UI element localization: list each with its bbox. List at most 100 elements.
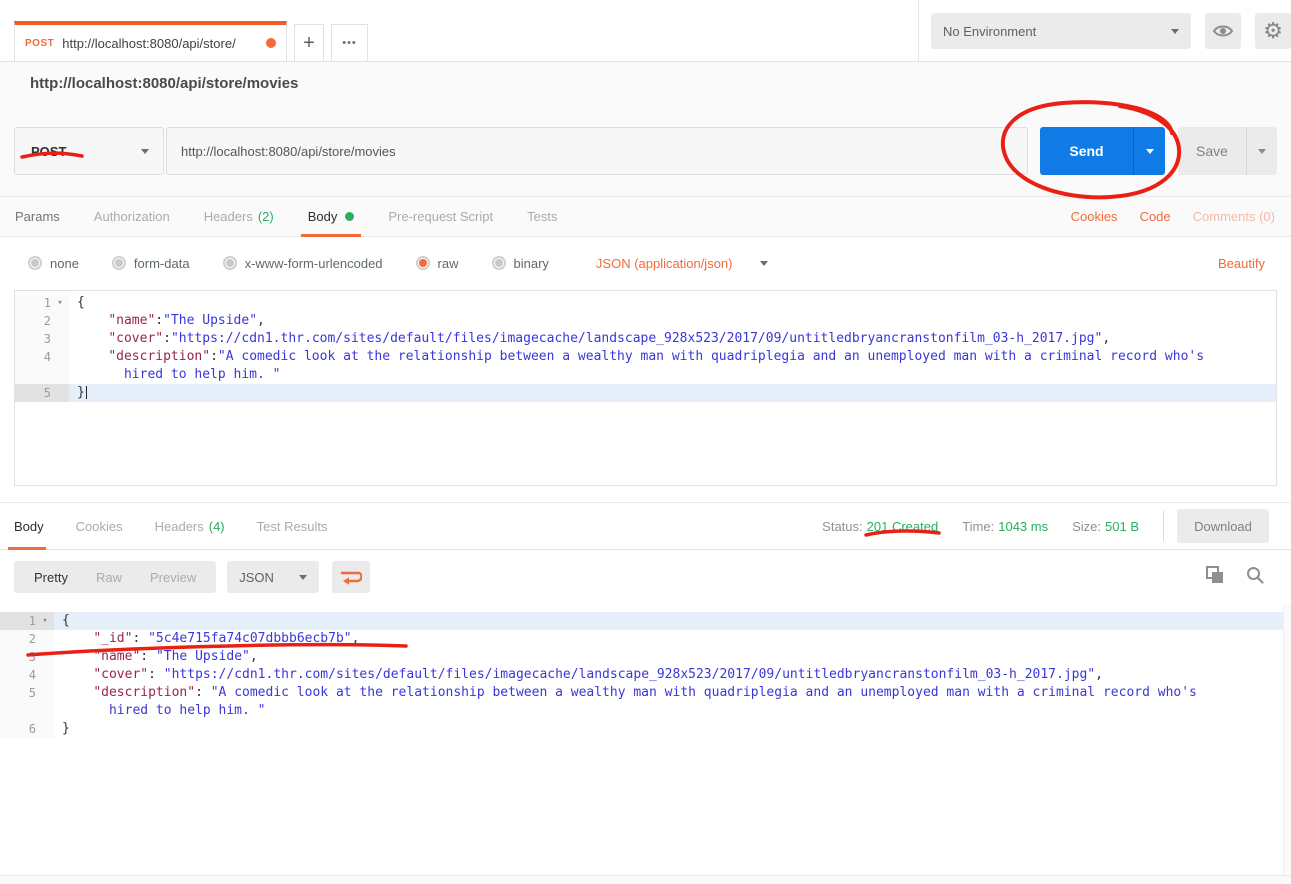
meta-label: Time: <box>962 519 994 534</box>
code-line[interactable]: 4 "description":"A comedic look at the r… <box>15 348 1276 366</box>
code-line[interactable]: 1▾{ <box>15 294 1276 312</box>
response-body-editor[interactable]: 1▾{2 "_id": "5c4e715fa74c07dbbb6ecb7b",3… <box>0 604 1291 875</box>
request-tab-strip: POST http://localhost:8080/api/store/ + … <box>14 21 368 61</box>
environment-select[interactable]: No Environment <box>931 13 1191 49</box>
token <box>62 631 93 646</box>
token: , <box>250 649 258 664</box>
download-button[interactable]: Download <box>1177 509 1269 543</box>
copy-button[interactable] <box>1205 565 1225 590</box>
vertical-scrollbar[interactable] <box>1283 604 1291 875</box>
request-tab[interactable]: POST http://localhost:8080/api/store/ <box>14 21 287 61</box>
url-input[interactable]: http://localhost:8080/api/store/movies <box>166 127 1028 175</box>
response-toolbar-right <box>1185 565 1291 590</box>
fold-arrow-icon <box>51 348 69 366</box>
body-type-form-data[interactable]: form-data <box>112 256 190 271</box>
fold-arrow-icon <box>51 384 69 402</box>
view-pretty[interactable]: Pretty <box>20 570 82 585</box>
response-tab-body[interactable]: Body <box>0 502 60 550</box>
token <box>77 349 108 364</box>
chevron-down-icon <box>141 149 149 154</box>
code-line[interactable]: 1▾{ <box>0 612 1291 630</box>
fold-arrow-icon <box>36 684 54 702</box>
token: , <box>1102 331 1110 346</box>
token: , <box>352 631 360 646</box>
comments-link[interactable]: Comments (0) <box>1193 209 1275 224</box>
token: hired to help him. " <box>62 703 266 718</box>
response-tab-test-results[interactable]: Test Results <box>241 502 344 550</box>
tab-authorization[interactable]: Authorization <box>77 197 187 237</box>
tab-label: Test Results <box>257 519 328 534</box>
response-tab-headers[interactable]: Headers(4) <box>139 502 241 550</box>
body-type-none[interactable]: none <box>28 256 79 271</box>
token <box>62 649 93 664</box>
code-line[interactable]: 5} <box>15 384 1276 402</box>
request-body-editor[interactable]: 1▾{2 "name":"The Upside",3 "cover":"http… <box>14 290 1277 486</box>
save-button[interactable]: Save <box>1178 127 1277 175</box>
line-number: 2 <box>0 630 36 648</box>
response-tab-cookies[interactable]: Cookies <box>60 502 139 550</box>
send-options-button[interactable] <box>1133 127 1165 175</box>
environment-quick-look-button[interactable] <box>1205 13 1241 49</box>
cookies-link[interactable]: Cookies <box>1071 209 1118 224</box>
plus-icon: + <box>303 32 315 55</box>
token: "A comedic look at the relationship betw… <box>211 685 1197 700</box>
radio-label: x-www-form-urlencoded <box>245 256 383 271</box>
code-text: hired to help him. " <box>69 366 1276 384</box>
tab-tests[interactable]: Tests <box>510 197 574 237</box>
response-size: Size:501 B <box>1072 519 1139 534</box>
copy-icon <box>1205 565 1225 585</box>
tab-params[interactable]: Params <box>0 197 77 237</box>
tab-headers[interactable]: Headers(2) <box>187 197 291 237</box>
code-text: hired to help him. " <box>54 702 1291 720</box>
code-line[interactable]: 3 "cover":"https://cdn1.thr.com/sites/de… <box>15 330 1276 348</box>
chevron-down-icon <box>1146 149 1154 154</box>
search-button[interactable] <box>1245 565 1265 590</box>
send-button[interactable]: Send <box>1040 127 1165 175</box>
view-raw[interactable]: Raw <box>82 570 136 585</box>
tab-pre-request-script[interactable]: Pre-request Script <box>371 197 510 237</box>
response-format-select[interactable]: JSON <box>227 561 319 593</box>
search-icon <box>1245 565 1265 585</box>
meta-value: 501 B <box>1105 519 1139 534</box>
code-line[interactable]: hired to help him. " <box>0 702 1291 720</box>
wrap-lines-icon <box>340 569 362 586</box>
tab-body[interactable]: Body <box>291 197 372 237</box>
code-line[interactable]: 6} <box>0 720 1291 738</box>
token: : <box>155 313 163 328</box>
radio-label: none <box>50 256 79 271</box>
body-type-x-www-form-urlencoded[interactable]: x-www-form-urlencoded <box>223 256 383 271</box>
code-line[interactable]: 4 "cover": "https://cdn1.thr.com/sites/d… <box>0 666 1291 684</box>
save-options-button[interactable] <box>1246 127 1277 175</box>
token: : <box>210 349 218 364</box>
tab-url-label: http://localhost:8080/api/store/ <box>62 36 258 51</box>
token: "https://cdn1.thr.com/sites/default/file… <box>171 331 1102 346</box>
code-line[interactable]: 5 "description": "A comedic look at the … <box>0 684 1291 702</box>
fold-arrow-icon <box>51 330 69 348</box>
horizontal-scrollbar[interactable] <box>0 875 1291 884</box>
tab-label: Cookies <box>76 519 123 534</box>
new-tab-button[interactable]: + <box>294 24 324 61</box>
body-type-raw[interactable]: raw <box>416 256 459 271</box>
wrap-lines-button[interactable] <box>332 561 370 593</box>
download-label: Download <box>1194 519 1252 534</box>
line-number: 1 <box>0 612 36 630</box>
content-type-select[interactable]: JSON (application/json) <box>596 256 769 271</box>
token <box>62 667 93 682</box>
body-type-binary[interactable]: binary <box>492 256 549 271</box>
view-preview[interactable]: Preview <box>136 570 210 585</box>
request-tabs: ParamsAuthorizationHeaders(2)BodyPre-req… <box>0 197 574 236</box>
token: "https://cdn1.thr.com/sites/default/file… <box>164 667 1095 682</box>
token: "description" <box>93 685 195 700</box>
code-line[interactable]: 2 "_id": "5c4e715fa74c07dbbb6ecb7b", <box>0 630 1291 648</box>
settings-button[interactable]: ⚙ <box>1255 13 1291 49</box>
code-line[interactable]: 2 "name":"The Upside", <box>15 312 1276 330</box>
radio-dot <box>226 259 234 267</box>
beautify-link[interactable]: Beautify <box>1218 256 1291 271</box>
code-link[interactable]: Code <box>1140 209 1171 224</box>
app-header: POST http://localhost:8080/api/store/ + … <box>0 0 1291 62</box>
code-line[interactable]: hired to help him. " <box>15 366 1276 384</box>
method-select[interactable]: POST <box>14 127 164 175</box>
tab-options-button[interactable]: ••• <box>331 24 368 61</box>
token <box>77 313 108 328</box>
code-line[interactable]: 3 "name": "The Upside", <box>0 648 1291 666</box>
